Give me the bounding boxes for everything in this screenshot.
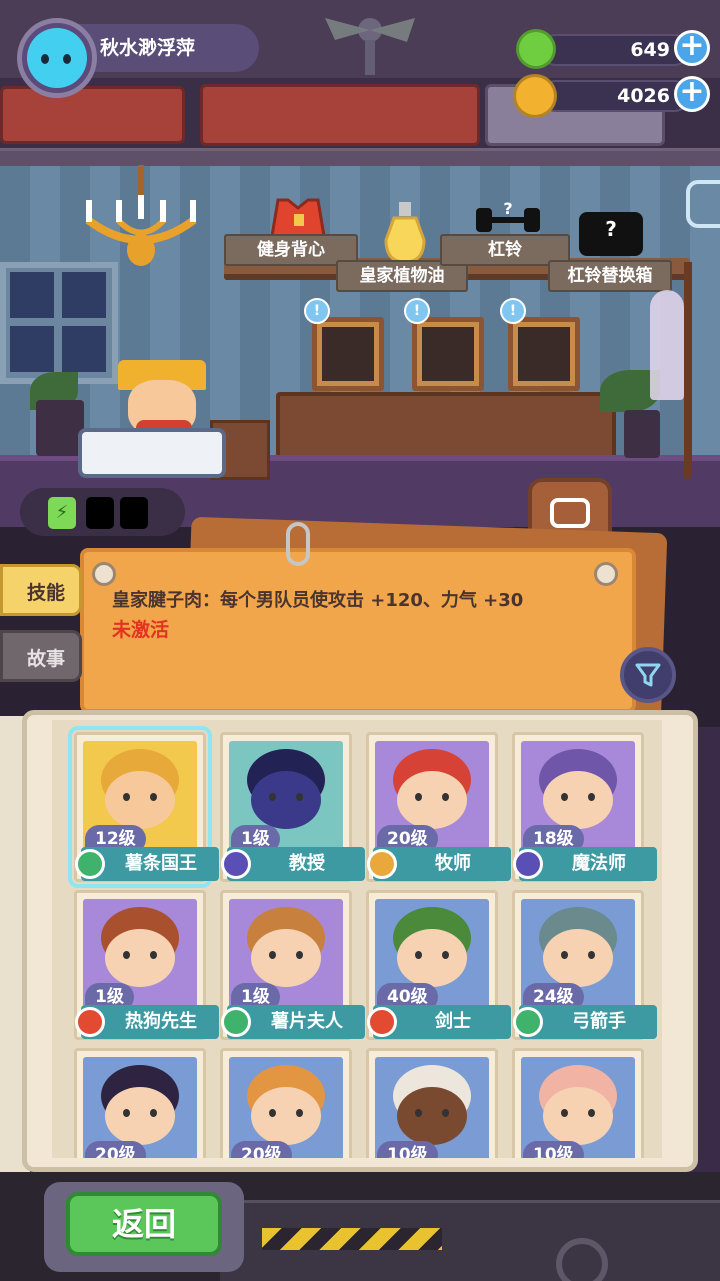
dumbbell-box-icon: ? xyxy=(579,212,643,256)
character-card[interactable]: 12级 薯条国王 xyxy=(68,726,219,888)
label-dumbbell-box: 杠铃替换箱 xyxy=(548,260,672,292)
gem-amount: 649 xyxy=(630,39,670,61)
locked-frame[interactable] xyxy=(312,317,384,391)
character-card[interactable]: 24级 弓箭手 xyxy=(512,890,657,1040)
character-level: 10级 xyxy=(377,1141,438,1158)
machine-panel xyxy=(200,84,480,146)
character-eyes xyxy=(119,793,161,801)
character-eyes xyxy=(557,793,599,801)
battery-empty-icon xyxy=(86,497,114,529)
player-name: 秋水渺浮萍 xyxy=(100,37,196,59)
character-eyes xyxy=(119,1109,161,1117)
character-eyes xyxy=(557,951,599,959)
rank-shield-icon xyxy=(221,1007,251,1037)
oil-bottle-icon xyxy=(384,202,426,264)
character-eyes xyxy=(265,1109,307,1117)
coin-amount: 4026 xyxy=(617,85,670,107)
side-arrow-icon[interactable] xyxy=(686,180,720,228)
cat-face-icon xyxy=(27,28,87,88)
character-card[interactable]: 18级 魔法师 xyxy=(512,732,657,882)
dumbbell-unknown-mark: ? xyxy=(503,200,512,218)
hanging-coat xyxy=(650,290,684,400)
hazard-stripe xyxy=(262,1228,442,1250)
gold-coin-icon xyxy=(513,74,557,118)
character-card[interactable]: 1级 教授 xyxy=(220,732,365,882)
rank-shield-icon xyxy=(75,1007,105,1037)
locked-frame[interactable] xyxy=(508,317,580,391)
character-eyes xyxy=(411,793,453,801)
character-card[interactable]: 20级 牧师 xyxy=(366,732,511,882)
machine-panel-left xyxy=(0,86,185,144)
alert-bubble-icon[interactable]: ! xyxy=(404,298,430,324)
skill-description: 皇家腱子肉：每个男队员使攻击 +120、力气 +30 xyxy=(112,590,524,611)
character-level: 20级 xyxy=(85,1141,146,1158)
ceiling-pipe xyxy=(0,148,720,166)
character-eyes xyxy=(557,1109,599,1117)
character-card[interactable]: 1级 薯片夫人 xyxy=(220,890,365,1040)
coat-stand xyxy=(684,262,692,478)
character-eyes xyxy=(119,951,161,959)
tab-story[interactable]: 故事 xyxy=(0,630,82,682)
battery-empty-icon xyxy=(120,497,148,529)
computer-desk xyxy=(78,428,226,478)
pin-icon xyxy=(594,562,618,586)
rank-shield-icon xyxy=(367,1007,397,1037)
cards-icon xyxy=(550,498,590,528)
back-button[interactable]: 返回 xyxy=(66,1192,222,1256)
chandelier-icon xyxy=(85,165,197,266)
box-unknown-mark: ? xyxy=(605,217,617,241)
character-level: 10级 xyxy=(523,1141,584,1158)
add-coin-button[interactable]: + xyxy=(674,76,710,112)
add-gem-button[interactable]: + xyxy=(674,30,710,66)
locked-frame[interactable] xyxy=(412,317,484,391)
character-eyes xyxy=(265,951,307,959)
character-card[interactable]: 20级 xyxy=(220,1048,352,1158)
gear-icon xyxy=(556,1238,608,1281)
character-card[interactable]: 40级 剑士 xyxy=(366,890,511,1040)
paperclip-icon xyxy=(286,522,310,566)
character-eyes xyxy=(265,793,307,801)
character-level: 20级 xyxy=(231,1141,292,1158)
rank-shield-icon xyxy=(75,849,105,879)
battery-charged-icon: ⚡ xyxy=(48,497,76,529)
character-grid: 12级 薯条国王 1级 教授 20级 牧师 18级 魔法师 1级 热狗先生 1级 薯片夫人 40级 剑士 2… xyxy=(52,720,662,1158)
filter-icon xyxy=(635,663,661,687)
character-card[interactable]: 20级 xyxy=(74,1048,206,1158)
character-eyes xyxy=(411,951,453,959)
pin-icon xyxy=(92,562,116,586)
alert-bubble-icon[interactable]: ! xyxy=(500,298,526,324)
plant-pot xyxy=(624,410,660,458)
character-card[interactable]: 10级 xyxy=(366,1048,498,1158)
green-gem-icon xyxy=(516,29,556,69)
character-eyes xyxy=(411,1109,453,1117)
filter-button[interactable] xyxy=(620,647,676,703)
rank-shield-icon xyxy=(513,849,543,879)
skill-status: 未激活 xyxy=(112,619,170,641)
rank-shield-icon xyxy=(221,849,251,879)
window xyxy=(0,262,118,384)
plant-pot xyxy=(36,400,84,456)
character-card[interactable]: 1级 热狗先生 xyxy=(74,890,219,1040)
alert-bubble-icon[interactable]: ! xyxy=(304,298,330,324)
character-card[interactable]: 10级 xyxy=(512,1048,644,1158)
tab-skill[interactable]: 技能 xyxy=(0,564,82,616)
rank-shield-icon xyxy=(513,1007,543,1037)
rank-shield-icon xyxy=(367,849,397,879)
ceiling-fan-icon xyxy=(325,18,415,75)
player-avatar[interactable] xyxy=(17,18,97,98)
